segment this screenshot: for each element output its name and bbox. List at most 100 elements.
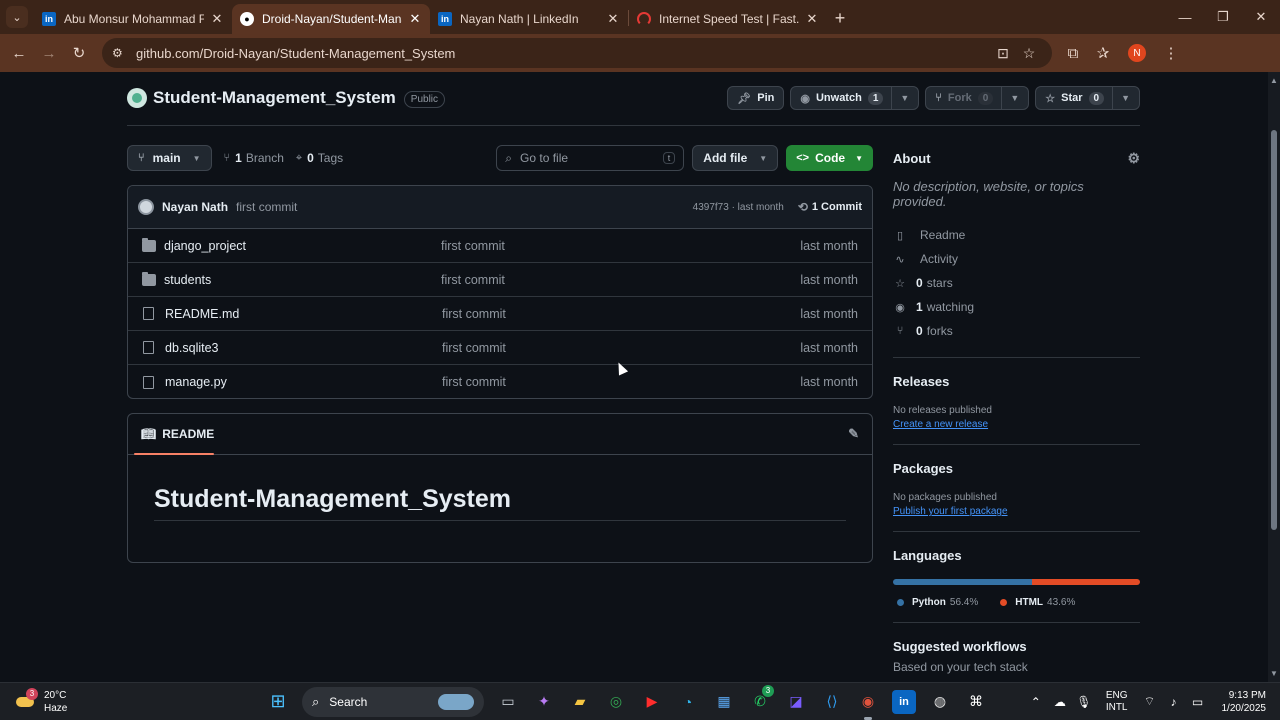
file-row[interactable]: README.md first commit last month (128, 297, 872, 331)
tab-linkedin-nayan[interactable]: in Nayan Nath | LinkedIn ✕ (430, 4, 628, 34)
file-commit-message[interactable]: first commit (441, 273, 800, 287)
chrome-profile-icon[interactable]: ◉ (853, 687, 883, 720)
volume-icon[interactable]: ♪ (1162, 695, 1186, 709)
file-commit-message[interactable]: first commit (442, 375, 800, 389)
code-button[interactable]: <> Code ▼ (786, 145, 873, 171)
close-window-icon[interactable]: ✕ (1242, 9, 1280, 25)
close-tab-icon[interactable]: ✕ (408, 11, 422, 27)
readme-tab[interactable]: README (162, 427, 214, 441)
input-language[interactable]: ENG INTL (1106, 690, 1128, 714)
tab-linkedin-abu[interactable]: in Abu Monsur Mohammad Fahim ✕ (34, 4, 232, 34)
capcut-icon[interactable]: ⌘ (961, 687, 991, 717)
scrollbar-thumb[interactable] (1271, 130, 1277, 530)
star-button[interactable]: ☆ Star 0 ▼ (1035, 86, 1140, 110)
onedrive-cloud-icon[interactable]: ☁ (1048, 695, 1072, 709)
file-row[interactable]: django_project first commit last month (128, 229, 872, 263)
commit-author[interactable]: Nayan Nath (162, 200, 228, 214)
store-icon[interactable]: ▦ (709, 687, 739, 717)
copilot-icon[interactable]: ✦ (529, 687, 559, 717)
releases-heading[interactable]: Releases (893, 374, 1140, 389)
system-clock[interactable]: 9:13 PM 1/20/2025 (1222, 689, 1267, 715)
tray-chevron-up-icon[interactable]: ⌃ (1024, 695, 1048, 709)
url-text[interactable]: github.com/Droid-Nayan/Student-Managemen… (136, 46, 990, 61)
close-tab-icon[interactable]: ✕ (210, 11, 224, 27)
page-scrollbar[interactable]: ▲ ▼ (1268, 72, 1280, 682)
file-name[interactable]: README.md (165, 307, 442, 321)
file-row[interactable]: manage.py first commit last month (128, 365, 872, 398)
tab-search-menu-button[interactable]: ⌄ (6, 6, 28, 28)
minimize-icon[interactable]: — (1166, 10, 1204, 25)
wifi-icon[interactable]: ⌔ (1138, 694, 1162, 709)
owner-avatar[interactable] (127, 88, 147, 108)
publish-package-link[interactable]: Publish your first package (893, 506, 1140, 517)
tags-link[interactable]: ⌖ 0 Tags (296, 151, 343, 165)
go-to-file-input[interactable]: ⌕ Go to file t (496, 145, 685, 171)
weather-widget[interactable]: 3 20°C Haze (14, 687, 224, 715)
unwatch-button[interactable]: ◉ Unwatch 1 ▼ (790, 86, 920, 110)
restore-icon[interactable]: ❐ (1204, 9, 1242, 25)
whatsapp-icon[interactable]: ✆ 3 (745, 684, 775, 717)
file-row[interactable]: students first commit last month (128, 263, 872, 297)
close-tab-icon[interactable]: ✕ (606, 11, 620, 27)
file-commit-message[interactable]: first commit (441, 239, 800, 253)
windows-start-icon[interactable]: ⊞ (263, 687, 293, 717)
edit-pencil-icon[interactable]: ✎ (848, 426, 859, 442)
fork-button[interactable]: ⑂ Fork 0 ▼ (925, 86, 1030, 110)
about-item-readme[interactable]: ▯ Readme (893, 223, 1140, 247)
about-item-activity[interactable]: ∿ Activity (893, 247, 1140, 271)
back-icon[interactable]: ← (4, 38, 34, 68)
address-bar[interactable]: ⚙ github.com/Droid-Nayan/Student-Managem… (102, 38, 1052, 68)
file-commit-message[interactable]: first commit (442, 341, 800, 355)
bookmark-star-icon[interactable]: ☆ (1016, 45, 1042, 62)
edge-icon[interactable]: ◔ (673, 687, 703, 717)
scroll-down-icon[interactable]: ▼ (1270, 669, 1278, 678)
site-info-icon[interactable]: ⚙ (112, 46, 128, 60)
bookmarks-icon[interactable]: ✰ (1088, 38, 1118, 68)
about-item-stars[interactable]: ☆ 0 stars (893, 271, 1140, 295)
chevron-down-icon[interactable]: ▼ (891, 86, 909, 110)
create-release-link[interactable]: Create a new release (893, 419, 1140, 430)
taskbar-search[interactable]: ⌕ Search (302, 686, 484, 717)
file-name[interactable]: django_project (164, 239, 441, 253)
menu-kebab-icon[interactable]: ⋮ (1156, 38, 1186, 68)
file-name[interactable]: manage.py (165, 375, 442, 389)
microphone-icon[interactable]: 🎙︎ (1072, 695, 1096, 709)
commit-author-avatar[interactable] (138, 199, 154, 215)
packages-heading[interactable]: Packages (893, 461, 1140, 476)
about-item-watching[interactable]: ◉ 1 watching (893, 295, 1140, 319)
vector-app-icon[interactable]: ◪ (781, 687, 811, 717)
about-item-forks[interactable]: ⑂ 0 forks (893, 319, 1140, 343)
battery-icon[interactable]: ▭ (1186, 695, 1210, 709)
chevron-down-icon[interactable]: ▼ (1112, 86, 1130, 110)
chevron-down-icon[interactable]: ▼ (1001, 86, 1019, 110)
tab-fast[interactable]: Internet Speed Test | Fast.com ✕ (629, 4, 827, 34)
file-name[interactable]: students (164, 273, 441, 287)
gear-icon[interactable]: ⚙ (1127, 150, 1140, 167)
install-app-icon[interactable]: ⊡ (990, 45, 1016, 62)
close-tab-icon[interactable]: ✕ (805, 11, 819, 27)
language-python[interactable]: Python 56.4% (893, 597, 978, 608)
tab-github-repo[interactable]: ● Droid-Nayan/Student-Management ✕ (232, 4, 430, 34)
add-file-button[interactable]: Add file ▼ (692, 145, 779, 171)
commit-sha-time[interactable]: 4397f73 · last month (693, 202, 784, 213)
file-commit-message[interactable]: first commit (442, 307, 800, 321)
task-view-icon[interactable]: ▭ (493, 687, 523, 717)
chrome-icon[interactable]: ◎ (601, 687, 631, 717)
linkedin-app-icon[interactable]: in (892, 689, 916, 714)
reload-icon[interactable]: ↻ (64, 38, 94, 68)
file-name[interactable]: db.sqlite3 (165, 341, 442, 355)
language-html[interactable]: HTML 43.6% (996, 597, 1075, 608)
forward-icon[interactable]: → (34, 38, 64, 68)
profile-avatar[interactable]: N (1128, 44, 1146, 62)
github-desktop-icon[interactable]: ◍ (925, 687, 955, 717)
branch-selector[interactable]: ⑂ main ▼ (127, 145, 212, 171)
branches-link[interactable]: ⑂ 1 Branch (224, 151, 284, 165)
youtube-icon[interactable]: ▶ (637, 687, 667, 717)
new-tab-button[interactable]: + (827, 5, 853, 31)
extensions-icon[interactable]: ⧉ (1058, 38, 1088, 68)
file-explorer-icon[interactable]: ▰ (565, 687, 595, 717)
scroll-up-icon[interactable]: ▲ (1270, 76, 1278, 85)
commit-message[interactable]: first commit (236, 200, 297, 214)
commits-link[interactable]: ⟲ 1 Commit (798, 200, 862, 214)
file-row[interactable]: db.sqlite3 first commit last month (128, 331, 872, 365)
